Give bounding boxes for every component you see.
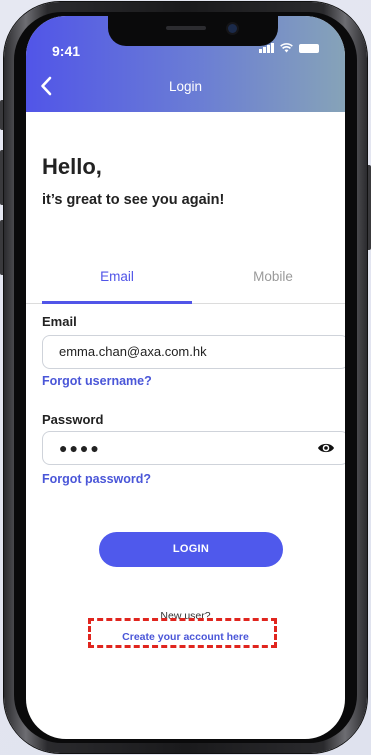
- status-time: 9:41: [52, 43, 81, 59]
- phone-notch: [108, 16, 278, 46]
- battery-icon: [299, 43, 319, 53]
- greeting-title: Hello,: [42, 154, 102, 179]
- eye-icon[interactable]: [317, 441, 335, 455]
- camera-lens: [228, 24, 237, 33]
- create-account-highlight: [88, 618, 277, 648]
- wifi-icon: [280, 43, 293, 53]
- tab-email[interactable]: Email: [42, 264, 192, 304]
- tab-mobile[interactable]: Mobile: [198, 264, 345, 304]
- forgot-password-link[interactable]: Forgot password?: [42, 472, 151, 486]
- forgot-username-link[interactable]: Forgot username?: [42, 374, 152, 388]
- password-label: Password: [42, 412, 104, 427]
- password-value: ●●●●: [59, 440, 101, 456]
- password-field[interactable]: ●●●●: [42, 431, 345, 465]
- speaker-grille: [166, 26, 206, 30]
- login-button[interactable]: LOGIN: [99, 532, 283, 567]
- email-field[interactable]: emma.chan@axa.com.hk: [42, 335, 345, 369]
- greeting-subtitle: it’s great to see you again!: [42, 192, 225, 208]
- email-label: Email: [42, 314, 77, 329]
- login-tabs: Email Mobile: [26, 264, 345, 304]
- page-title: Login: [168, 79, 203, 94]
- status-icons: [259, 43, 319, 53]
- active-tab-indicator: [42, 301, 192, 304]
